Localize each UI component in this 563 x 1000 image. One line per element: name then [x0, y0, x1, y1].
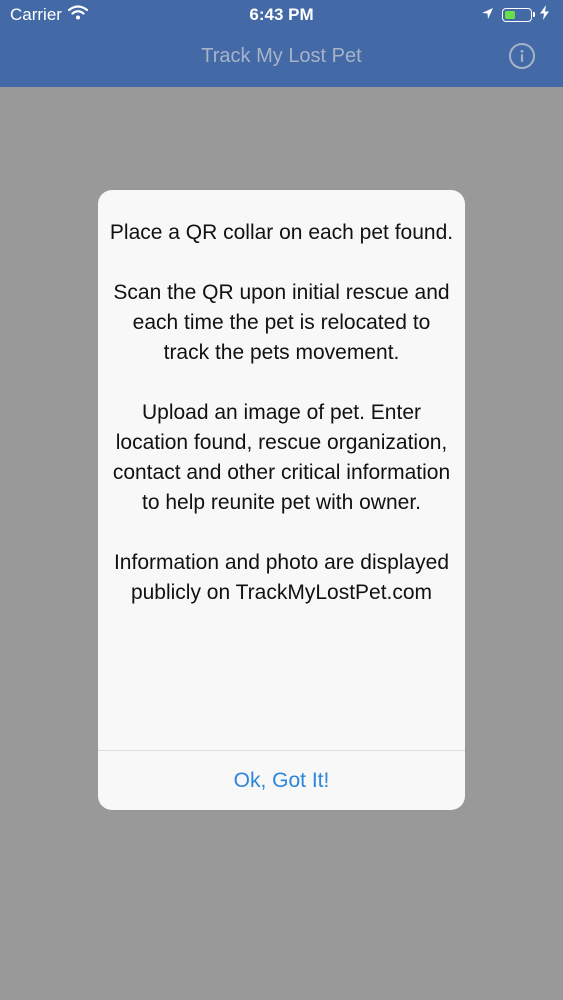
header: Carrier 6:43 PM Track My Lost Pet: [0, 0, 563, 87]
ok-got-it-button[interactable]: Ok, Got It!: [98, 751, 465, 810]
battery-level-fill: [504, 10, 516, 19]
alert-paragraph-collar: Place a QR collar on each pet found.: [109, 221, 454, 244]
info-icon[interactable]: [509, 43, 535, 69]
info-alert-dialog: Place a QR collar on each pet found. Sca…: [98, 190, 465, 810]
alert-message: Place a QR collar on each pet found. Sca…: [108, 218, 455, 608]
status-time: 6:43 PM: [249, 5, 314, 24]
alert-paragraph-upload: Upload an image of pet. Enter location f…: [112, 401, 451, 514]
navigation-bar: Track My Lost Pet: [0, 30, 563, 87]
status-indicators: [481, 5, 549, 25]
charging-bolt-icon: [540, 5, 549, 25]
app-screen: Carrier 6:43 PM Track My Lost Pet Place …: [0, 0, 563, 1000]
status-bar: Carrier 6:43 PM: [0, 0, 563, 30]
page-title: Track My Lost Pet: [201, 45, 362, 67]
alert-paragraph-public: Information and photo are displayed publ…: [113, 551, 450, 604]
alert-paragraph-scan: Scan the QR upon initial rescue and each…: [113, 281, 450, 364]
location-arrow-icon: [481, 5, 494, 25]
battery-icon: [502, 8, 535, 22]
